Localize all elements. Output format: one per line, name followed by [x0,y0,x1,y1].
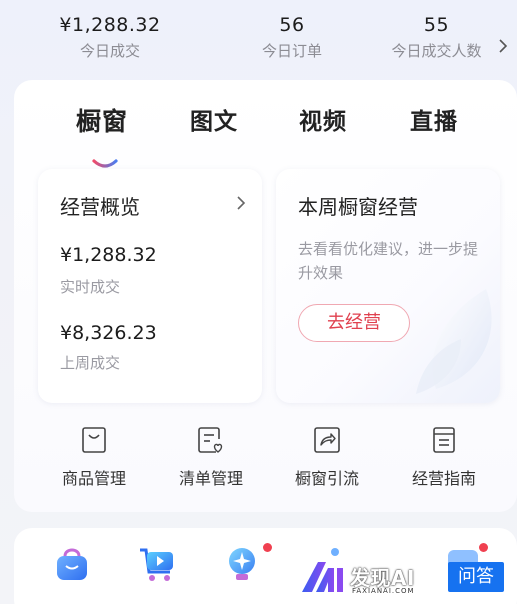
tool-list-management[interactable]: 清单管理 [161,425,261,489]
faxianai-logo [302,562,343,592]
tab-shop-window[interactable]: 橱窗 [76,102,128,138]
stat-value: ¥1,288.32 [59,14,161,36]
tool-operation-guide[interactable]: 经营指南 [394,425,494,489]
watermark: 发现AI FAXIANAI.COM 问答 [300,556,510,598]
stat-label: 今日成交人数 [391,42,482,60]
leaf-decoration-icon [416,289,492,394]
tool-label: 橱窗引流 [294,469,359,488]
notification-dot [479,543,488,552]
business-overview-card[interactable]: 经营概览 ¥1,288.32 实时成交 ¥8,326.23 上周成交 [38,169,262,403]
stat-today-buyers[interactable]: 55 今日成交人数 [374,14,499,61]
weekly-title: 本周橱窗经营 [298,195,418,219]
tool-label: 经营指南 [411,469,476,488]
share-icon [314,427,340,453]
stat-label: 今日订单 [261,42,322,60]
tab-graphic[interactable]: 图文 [190,102,238,136]
tab-bar: 橱窗 图文 视频 直播 [14,102,517,168]
lightbulb-icon[interactable] [222,544,262,584]
shop-window-card: 橱窗 图文 视频 直播 经营概览 ¥1,288.32 实时成交 ¥8,326.2… [14,80,517,512]
overview-title: 经营概览 [60,195,140,219]
video-cart-icon[interactable] [136,544,178,584]
guide-icon [433,427,455,453]
realtime-label: 实时成交 [60,278,121,296]
shopping-bag-icon[interactable] [52,544,92,584]
stat-value: 55 [423,14,450,36]
bag-icon [82,427,106,453]
tab-video[interactable]: 视频 [299,102,347,136]
tool-traffic[interactable]: 橱窗引流 [277,425,377,489]
watermark-badge: 问答 [448,562,504,592]
lastweek-amount: ¥8,326.23 [60,322,157,344]
lastweek-label: 上周成交 [60,354,121,372]
chevron-right-icon[interactable] [498,38,508,54]
stat-today-sales[interactable]: ¥1,288.32 今日成交 [50,14,170,61]
tool-product-management[interactable]: 商品管理 [44,425,144,489]
go-operate-button[interactable]: 去经营 [298,304,410,342]
tool-label: 清单管理 [178,469,243,488]
tool-row: 商品管理 清单管理 橱窗引流 经营指南 [14,425,517,505]
checklist-icon [198,427,223,453]
watermark-domain: FAXIANAI.COM [352,587,415,595]
realtime-amount: ¥1,288.32 [60,244,157,266]
tab-live[interactable]: 直播 [410,102,458,136]
weekly-description: 去看看优化建议，进一步提升效果 [298,240,479,282]
stat-label: 今日成交 [79,42,140,60]
stat-value: 56 [279,14,305,36]
notification-dot [263,543,272,552]
chevron-right-icon[interactable] [236,195,246,211]
weekly-operation-card: 本周橱窗经营 去看看优化建议，进一步提升效果 去经营 [276,169,500,403]
stats-bar: ¥1,288.32 今日成交 56 今日订单 55 今日成交人数 [0,14,517,74]
tool-label: 商品管理 [61,469,126,488]
stat-today-orders[interactable]: 56 今日订单 [232,14,352,61]
